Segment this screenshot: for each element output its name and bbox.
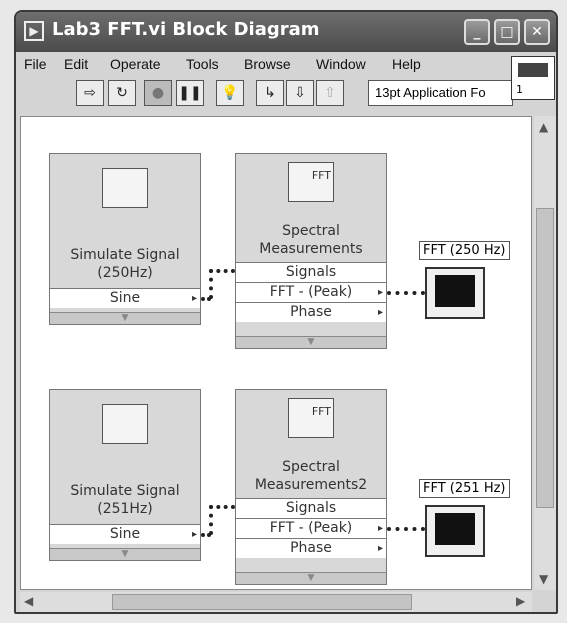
menu-tools[interactable]: Tools [186, 56, 219, 72]
retain-wire-values-icon[interactable]: ↳ [256, 80, 284, 106]
wire-sine-250-vertical[interactable] [209, 269, 213, 299]
wire-fft-to-graph-250[interactable] [387, 291, 425, 295]
toolbar: ⇨ ↻ ● ❚❚ 💡 ↳ ⇩ ⇧ 13pt Application Fo [16, 78, 556, 112]
pause-icon[interactable]: ❚❚ [176, 80, 204, 106]
sine-output-terminal[interactable]: Sine ▸ [50, 288, 200, 308]
menu-operate[interactable]: Operate [110, 56, 161, 72]
simulate-signal-icon [102, 404, 148, 444]
scroll-down-icon[interactable]: ▼ [539, 572, 548, 586]
signals-label: Signals [285, 500, 337, 516]
signals-label: Signals [285, 264, 337, 280]
fft-peak-output-terminal[interactable]: FFT - (Peak) ▸ [236, 282, 386, 302]
terminal-arrow-icon: ▸ [377, 287, 383, 298]
node-expander[interactable]: ▼ [50, 548, 200, 560]
node-expander[interactable]: ▼ [236, 572, 386, 584]
spectral-measurements2-node[interactable]: FFT Spectral Measurements2 Signals FFT -… [235, 389, 387, 585]
menu-browse[interactable]: Browse [244, 56, 291, 72]
spectral-fft-icon: FFT [288, 398, 334, 438]
terminal-arrow-icon: ▸ [377, 523, 383, 534]
close-button[interactable]: ✕ [524, 19, 550, 45]
step-out-icon[interactable]: ⇧ [316, 80, 344, 106]
fft-peak-label: FFT - (Peak) [269, 520, 353, 536]
signals-input-terminal[interactable]: Signals [236, 262, 386, 282]
simulate-signal-node-250[interactable]: Simulate Signal (250Hz) Sine ▸ ▼ [49, 153, 201, 325]
node-expander[interactable]: ▼ [236, 336, 386, 348]
terminal-arrow-icon: ▸ [191, 293, 197, 304]
scroll-up-icon[interactable]: ▲ [539, 120, 548, 134]
menu-edit[interactable]: Edit [64, 56, 88, 72]
node-expander[interactable]: ▼ [50, 312, 200, 324]
menu-file[interactable]: File [24, 56, 47, 72]
fft-peak-label: FFT - (Peak) [269, 284, 353, 300]
sine-label: Sine [109, 290, 141, 306]
highlight-execution-icon[interactable]: 💡 [216, 80, 244, 106]
spectral-label-line2: Measurements2 [254, 477, 368, 493]
phase-label: Phase [290, 540, 332, 556]
sine-output-terminal[interactable]: Sine ▸ [50, 524, 200, 544]
spectral-measurements-node[interactable]: FFT Spectral Measurements Signals FFT - … [235, 153, 387, 349]
scroll-left-icon[interactable]: ◀ [24, 594, 33, 608]
graph-screen-icon [435, 275, 475, 307]
wire-fft-to-graph-251[interactable] [387, 527, 425, 531]
simulate-signal-label-line2: (251Hz) [97, 501, 153, 517]
wire-to-signals-251[interactable] [209, 505, 235, 509]
block-diagram-window: ▶ Lab3 FFT.vi Block Diagram _ □ ✕ File E… [14, 10, 558, 614]
horizontal-scrollbar[interactable]: ◀ ▶ [20, 592, 532, 612]
fft-250-graph-terminal[interactable] [425, 267, 485, 319]
vertical-scrollbar[interactable]: ▲ ▼ [534, 116, 556, 590]
scroll-right-icon[interactable]: ▶ [516, 594, 525, 608]
fft-icon-text: FFT [311, 405, 331, 418]
run-arrow-icon[interactable]: ⇨ [76, 80, 104, 106]
menu-bar: File Edit Operate Tools Browse Window He… [16, 52, 556, 76]
simulate-signal-label-line1: Simulate Signal [70, 247, 180, 263]
wire-sine-251-vertical[interactable] [209, 505, 213, 535]
phase-label: Phase [290, 304, 332, 320]
maximize-button[interactable]: □ [494, 19, 520, 45]
sine-label: Sine [109, 526, 141, 542]
fft-251-graph-terminal[interactable] [425, 505, 485, 557]
menu-window[interactable]: Window [316, 56, 366, 72]
wire-to-signals-250[interactable] [209, 269, 235, 273]
window-title: Lab3 FFT.vi Block Diagram [52, 19, 320, 40]
spectral-label-line1: Spectral [282, 459, 340, 475]
graph-screen-icon [435, 513, 475, 545]
phase-output-terminal[interactable]: Phase ▸ [236, 302, 386, 322]
simulate-signal-node-251[interactable]: Simulate Signal (251Hz) Sine ▸ ▼ [49, 389, 201, 561]
phase-output-terminal[interactable]: Phase ▸ [236, 538, 386, 558]
fft-icon-text: FFT [311, 169, 331, 182]
step-into-icon[interactable]: ⇩ [286, 80, 314, 106]
terminal-arrow-icon: ▸ [191, 529, 197, 540]
minimize-button[interactable]: _ [464, 19, 490, 45]
spectral-label-line1: Spectral [282, 223, 340, 239]
simulate-signal-label-line2: (250Hz) [97, 265, 153, 281]
run-continuously-icon[interactable]: ↻ [108, 80, 136, 106]
fft-peak-output-terminal[interactable]: FFT - (Peak) ▸ [236, 518, 386, 538]
vi-icon-number: 1 [516, 83, 523, 96]
vi-connector-icon[interactable]: 1 [511, 56, 555, 100]
vertical-scroll-thumb[interactable] [536, 208, 554, 508]
fft-251-graph-label: FFT (251 Hz) [419, 479, 510, 498]
terminal-arrow-icon: ▸ [377, 543, 383, 554]
title-bar[interactable]: ▶ Lab3 FFT.vi Block Diagram _ □ ✕ [16, 12, 556, 52]
abort-icon[interactable]: ● [144, 80, 172, 106]
fft-250-graph-label: FFT (250 Hz) [419, 241, 510, 260]
spectral-fft-icon: FFT [288, 162, 334, 202]
menu-help[interactable]: Help [392, 56, 421, 72]
simulate-signal-label-line1: Simulate Signal [70, 483, 180, 499]
horizontal-scroll-thumb[interactable] [112, 594, 412, 610]
spectral-label-line2: Measurements [259, 241, 363, 257]
simulate-signal-icon [102, 168, 148, 208]
vi-icon-graphic [518, 63, 548, 77]
font-dropdown[interactable]: 13pt Application Fo [368, 80, 513, 106]
diagram-canvas[interactable]: Simulate Signal (250Hz) Sine ▸ ▼ FFT Spec… [20, 116, 532, 590]
terminal-arrow-icon: ▸ [377, 307, 383, 318]
signals-input-terminal[interactable]: Signals [236, 498, 386, 518]
vi-window-icon: ▶ [24, 21, 44, 41]
